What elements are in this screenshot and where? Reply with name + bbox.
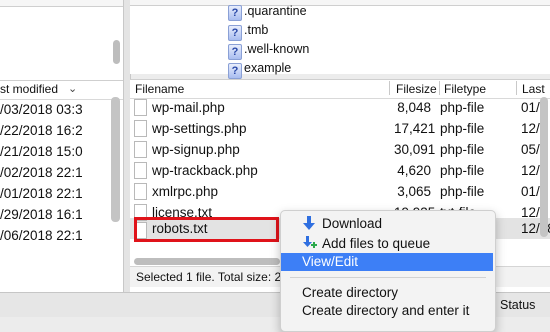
add-files-to-queue-menu-item[interactable]: Add files to queue [322, 234, 430, 253]
local-row-date[interactable]: /02/2018 22:1 [0, 162, 83, 183]
remote-file-size: 17,421 [394, 121, 436, 136]
remote-file-type: php-file [440, 142, 485, 157]
file-icon [134, 162, 147, 179]
remote-folder[interactable]: .tmb [244, 20, 268, 41]
last-modified-column-header[interactable]: Last [522, 80, 545, 98]
remote-list-header [130, 79, 550, 99]
remote-file-name[interactable]: wp-mail.php [152, 97, 225, 118]
selection-status-text: Selected 1 file. Total size: 2 [136, 270, 282, 284]
horizontal-scrollbar[interactable] [134, 258, 280, 265]
local-row-date[interactable]: /29/2018 16:1 [0, 204, 83, 225]
local-list-scrollbar[interactable] [111, 97, 120, 222]
remote-file-type: php-file [440, 163, 485, 178]
remote-file-name[interactable]: xmlrpc.php [152, 181, 218, 202]
remote-file-type: php-file [440, 121, 485, 136]
remote-file-name[interactable]: wp-signup.php [152, 139, 240, 160]
remote-file-name[interactable]: wp-trackback.php [152, 160, 258, 181]
annotation-highlight-box [134, 217, 279, 242]
last-modified-column-header[interactable]: st modified [0, 80, 58, 98]
remote-file-size: 4,620 [397, 163, 431, 178]
question-icon: ? [228, 44, 242, 60]
remote-tree-pane [130, 0, 550, 74]
column-divider [389, 81, 390, 95]
local-top-strip [0, 0, 123, 7]
local-row-date[interactable]: /03/2018 03:3 [0, 99, 83, 120]
remote-list-scrollbar[interactable] [540, 97, 548, 237]
filetype-column-header[interactable]: Filetype [444, 80, 486, 98]
create-directory-and-enter-menu-item[interactable]: Create directory and enter it [302, 301, 469, 320]
file-icon [134, 183, 147, 200]
remote-file-type: php-file [440, 100, 485, 115]
file-icon [134, 141, 147, 158]
question-icon: ? [228, 5, 242, 21]
remote-file-size: 8,048 [397, 100, 431, 115]
remote-folder[interactable]: .quarantine [244, 1, 307, 22]
filesize-column-header[interactable]: Filesize [396, 80, 437, 98]
remote-file-type: php-file [440, 184, 485, 199]
remote-top-strip [130, 0, 550, 6]
file-icon [134, 120, 147, 137]
menu-separator [290, 277, 486, 278]
remote-file-size: 3,065 [397, 184, 431, 199]
filename-column-header[interactable]: Filename [135, 80, 184, 98]
create-directory-menu-item[interactable]: Create directory [302, 283, 398, 302]
local-tree-scrollbar[interactable] [113, 40, 120, 64]
download-icon [303, 216, 315, 230]
local-row-date[interactable]: /22/2018 16:2 [0, 120, 83, 141]
file-icon [134, 99, 147, 116]
column-divider [439, 81, 440, 95]
remote-folder[interactable]: .well-known [244, 39, 309, 60]
remote-folder[interactable]: example [244, 58, 291, 79]
local-row-date[interactable]: /21/2018 15:0 [0, 141, 83, 162]
column-divider [516, 81, 517, 95]
question-icon: ? [228, 25, 242, 41]
question-icon: ? [228, 63, 242, 79]
download-menu-item[interactable]: Download [322, 214, 382, 233]
add-to-queue-icon [303, 236, 317, 248]
remote-file-size: 30,091 [394, 142, 436, 157]
local-row-date[interactable]: /06/2018 22:1 [0, 225, 83, 246]
chevron-down-icon[interactable]: ⌄ [68, 80, 77, 98]
remote-file-name[interactable]: wp-settings.php [152, 118, 247, 139]
view-edit-menu-item[interactable]: View/Edit [302, 252, 358, 271]
status-column-header[interactable]: Status [500, 296, 535, 314]
local-row-date[interactable]: /01/2018 22:1 [0, 183, 83, 204]
